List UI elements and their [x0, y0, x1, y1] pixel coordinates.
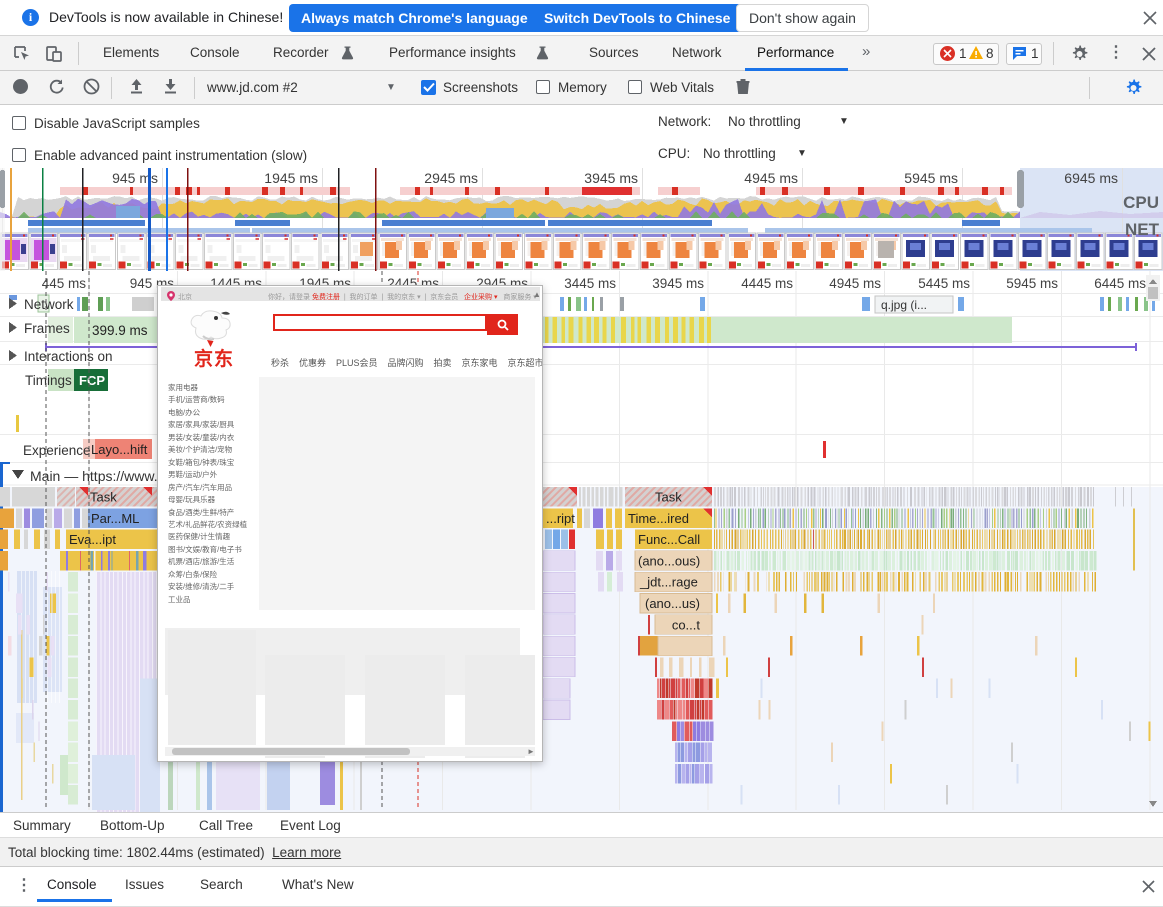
- svg-text:2945 ms: 2945 ms: [424, 170, 478, 186]
- svg-text:Par...ML: Par...ML: [91, 511, 139, 526]
- svg-text:Func...Call: Func...Call: [638, 532, 700, 547]
- svg-text:co...t: co...t: [672, 617, 701, 632]
- svg-text:3445 ms: 3445 ms: [564, 276, 616, 291]
- svg-text:CPU: CPU: [1123, 193, 1159, 212]
- svg-text:399.9 ms: 399.9 ms: [92, 323, 148, 338]
- svg-text:Main — https://www.j: Main — https://www.j: [30, 468, 161, 484]
- svg-text:Interactions on: Interactions on: [24, 349, 113, 364]
- svg-text:q.jpg (i...: q.jpg (i...: [881, 298, 927, 312]
- svg-text:4945 ms: 4945 ms: [829, 276, 881, 291]
- svg-text:Task: Task: [90, 490, 117, 505]
- svg-text:3945 ms: 3945 ms: [652, 276, 704, 291]
- svg-text:...ript: ...ript: [546, 511, 575, 526]
- svg-text:Timings: Timings: [25, 373, 72, 388]
- svg-text:445 ms: 445 ms: [42, 276, 87, 291]
- svg-text:4945 ms: 4945 ms: [744, 170, 798, 186]
- svg-text:3945 ms: 3945 ms: [584, 170, 638, 186]
- svg-text:4445 ms: 4445 ms: [741, 276, 793, 291]
- svg-text:Eva...ipt: Eva...ipt: [69, 532, 116, 547]
- svg-text:5945 ms: 5945 ms: [904, 170, 958, 186]
- svg-text:Task: Task: [655, 490, 682, 505]
- svg-text:6945 ms: 6945 ms: [1064, 170, 1118, 186]
- svg-text:FCP: FCP: [79, 373, 105, 388]
- svg-text:Layo...hift: Layo...hift: [91, 442, 148, 457]
- svg-text:NET: NET: [1125, 220, 1160, 239]
- svg-text:Network: Network: [24, 297, 74, 312]
- svg-text:Experience: Experience: [23, 443, 91, 458]
- svg-text:_jdt...rage: _jdt...rage: [639, 575, 698, 590]
- svg-text:Frames: Frames: [24, 321, 70, 336]
- svg-text:(ano...ous): (ano...ous): [638, 553, 700, 568]
- svg-text:1945 ms: 1945 ms: [264, 170, 318, 186]
- svg-text:(ano...us): (ano...us): [645, 596, 700, 611]
- svg-text:5945 ms: 5945 ms: [1006, 276, 1058, 291]
- svg-text:Time...ired: Time...ired: [628, 511, 689, 526]
- svg-text:945 ms: 945 ms: [112, 170, 158, 186]
- svg-text:6445 ms: 6445 ms: [1094, 276, 1146, 291]
- svg-text:5445 ms: 5445 ms: [918, 276, 970, 291]
